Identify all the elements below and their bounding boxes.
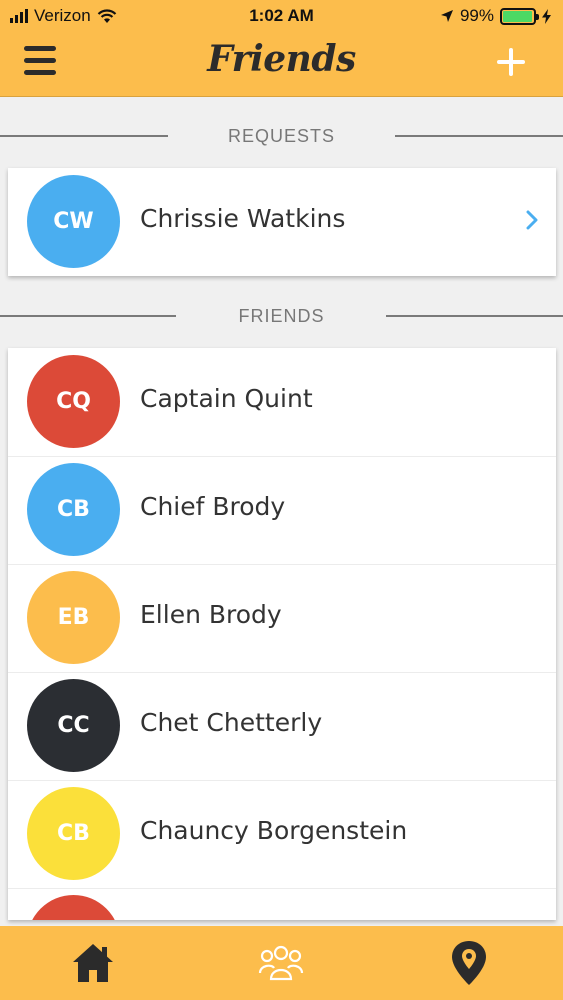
friend-name: Chauncy Borgenstein	[140, 816, 408, 845]
battery-icon	[500, 7, 539, 25]
friend-name: Captain Quint	[140, 384, 313, 413]
add-friend-button[interactable]	[497, 48, 525, 76]
avatar: CB	[27, 787, 120, 880]
avatar: CW	[27, 175, 120, 268]
page-title: Friends	[207, 38, 356, 80]
request-name: Chrissie Watkins	[140, 204, 346, 233]
request-item[interactable]: CW Chrissie Watkins	[8, 168, 556, 276]
avatar: EB	[27, 571, 120, 664]
friend-item[interactable]: CC Chet Chetterly	[8, 672, 556, 780]
map-pin-icon	[452, 941, 486, 985]
status-bar: Verizon 1:02 AM 99%	[0, 0, 563, 32]
tab-friends[interactable]	[256, 938, 306, 988]
divider-line	[386, 315, 563, 317]
divider-line	[395, 135, 563, 137]
home-icon	[73, 944, 113, 982]
chevron-right-icon[interactable]	[526, 210, 538, 230]
charging-bolt-icon	[542, 8, 551, 24]
nav-bar: Friends	[0, 32, 563, 96]
friend-name: Chet Chetterly	[140, 708, 323, 737]
bottom-tab-bar	[0, 926, 563, 1000]
friend-item[interactable]	[8, 888, 556, 920]
friend-name: Ellen Brody	[140, 600, 282, 629]
friends-section-header: FRIENDS	[0, 296, 563, 336]
tab-home[interactable]	[68, 938, 118, 988]
location-arrow-icon	[440, 10, 453, 22]
friend-item[interactable]: CQ Captain Quint	[8, 348, 556, 456]
avatar: CB	[27, 463, 120, 556]
friend-item[interactable]: EB Ellen Brody	[8, 564, 556, 672]
friends-list: CQ Captain Quint CB Chief Brody EB Ellen…	[8, 348, 556, 920]
avatar	[27, 895, 120, 920]
requests-section-header: REQUESTS	[0, 116, 563, 156]
friend-name: Chief Brody	[140, 492, 286, 521]
friend-item[interactable]: CB Chauncy Borgenstein	[8, 780, 556, 888]
tab-map[interactable]	[444, 938, 494, 988]
top-bar: Verizon 1:02 AM 99% Friends	[0, 0, 563, 97]
group-icon	[258, 945, 304, 981]
friend-item[interactable]: CB Chief Brody	[8, 456, 556, 564]
battery-percent: 99%	[459, 6, 494, 25]
avatar: CC	[27, 679, 120, 772]
avatar: CQ	[27, 355, 120, 448]
requests-card: CW Chrissie Watkins	[8, 168, 556, 276]
